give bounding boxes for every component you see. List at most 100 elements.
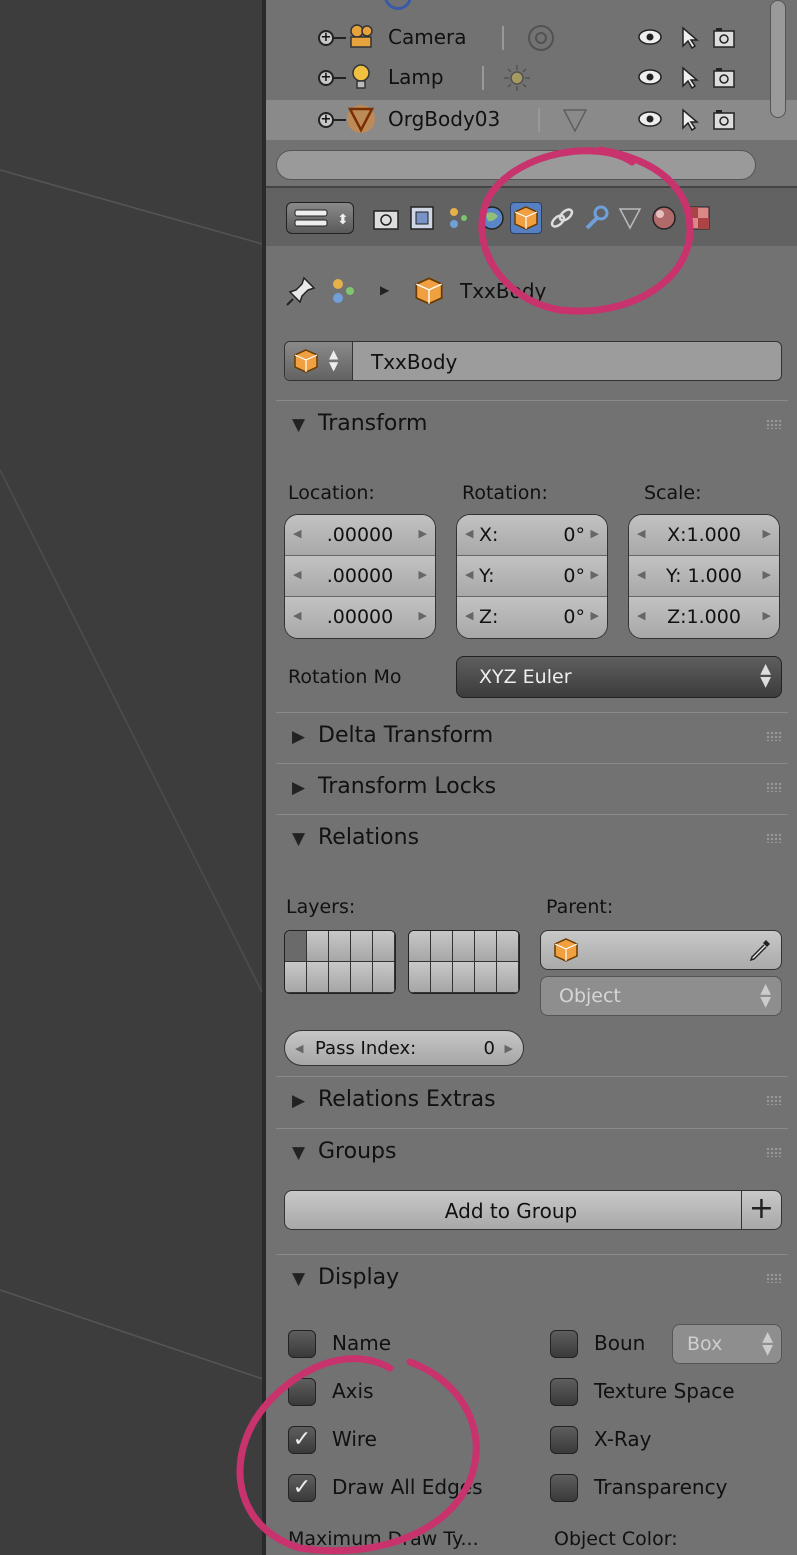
outliner-item-label: Camera — [388, 25, 467, 49]
panel-grip-icon[interactable] — [766, 731, 782, 741]
checkbox-axis[interactable]: Axis — [288, 1376, 518, 1410]
rotation-mode-dropdown[interactable]: XYZ Euler ▲ ▼ — [456, 656, 782, 698]
location-z-field[interactable]: ◀ .00000 ▶ — [285, 597, 435, 638]
checkbox[interactable] — [550, 1474, 578, 1502]
panel-header-transform[interactable]: ▼ Transform — [276, 400, 788, 448]
scale-x-field[interactable]: ◀ X:1.000 ▶ — [629, 515, 779, 556]
bounds-type-dropdown[interactable]: Box ▲ ▼ — [672, 1324, 782, 1364]
scene-tab-icon[interactable] — [442, 202, 474, 234]
expand-icon[interactable]: + — [318, 70, 334, 86]
parent-type-dropdown[interactable]: Object ▲ ▼ — [540, 976, 782, 1016]
panel-header-groups[interactable]: ▼ Groups — [276, 1128, 788, 1176]
plus-icon[interactable]: + — [741, 1191, 781, 1229]
checkbox[interactable] — [550, 1330, 578, 1358]
checkbox-texture-space[interactable]: Texture Space — [550, 1376, 780, 1410]
layer-block-1[interactable] — [284, 930, 396, 994]
panel-header-transform-locks[interactable]: ▶ Transform Locks — [276, 763, 788, 811]
checkbox-transparency[interactable]: Transparency — [550, 1472, 780, 1506]
outliner-item-label: OrgBody03 — [388, 107, 501, 131]
3d-viewport[interactable] — [0, 0, 266, 1555]
panel-grip-icon[interactable] — [766, 833, 782, 843]
render-camera-icon[interactable] — [712, 66, 736, 90]
object-browse-button[interactable]: ▲ ▼ — [285, 342, 353, 380]
pin-icon[interactable] — [284, 274, 318, 308]
rotation-z-field[interactable]: ◀ Z: 0° ▶ — [457, 597, 607, 638]
viewport-grid-lines — [0, 169, 266, 1381]
object-name-value: TxxBody — [371, 350, 458, 374]
checkbox-name[interactable]: Name — [288, 1328, 518, 1362]
checkbox-draw-all-edges[interactable]: ✓ Draw All Edges — [288, 1472, 518, 1506]
selectable-cursor-icon[interactable] — [680, 108, 700, 132]
expand-icon[interactable]: + — [318, 30, 334, 46]
render-tab-icon[interactable] — [370, 202, 402, 234]
layer-block-2[interactable] — [408, 930, 520, 994]
outliner-vertical-scrollbar[interactable] — [770, 0, 786, 118]
mesh-object-icon — [347, 105, 375, 133]
selectable-cursor-icon[interactable] — [680, 26, 700, 50]
checkbox[interactable] — [550, 1426, 578, 1454]
panel-grip-icon[interactable] — [766, 419, 782, 429]
checkbox[interactable] — [288, 1330, 316, 1358]
rotation-y-field[interactable]: ◀ Y: 0° ▶ — [457, 556, 607, 597]
outliner-horizontal-scrollbar[interactable] — [276, 150, 756, 180]
selectable-cursor-icon[interactable] — [680, 66, 700, 90]
pass-index-field[interactable]: ◀ Pass Index: 0 ▶ — [284, 1030, 524, 1066]
visibility-eye-icon[interactable] — [638, 28, 662, 46]
outliner-item-lamp[interactable]: + Lamp — [266, 58, 797, 98]
panel-grip-icon[interactable] — [766, 1273, 782, 1283]
location-y-field[interactable]: ◀ .00000 ▶ — [285, 556, 435, 597]
visibility-eye-icon[interactable] — [638, 110, 662, 128]
editor-type-button[interactable]: ⬍ — [286, 202, 354, 234]
panel-grip-icon[interactable] — [766, 1095, 782, 1105]
checkbox[interactable] — [550, 1378, 578, 1406]
checkbox-checked-icon[interactable]: ✓ — [288, 1474, 316, 1502]
parent-label: Parent: — [546, 896, 614, 918]
object-icon — [294, 349, 318, 373]
updown-arrows-icon: ▲ ▼ — [762, 1329, 773, 1358]
add-to-group-button[interactable]: Add to Group + — [284, 1190, 782, 1230]
checkbox-wire[interactable]: ✓ Wire — [288, 1424, 518, 1458]
panel-title: Delta Transform — [318, 723, 494, 748]
panel-header-relations-extras[interactable]: ▶ Relations Extras — [276, 1076, 788, 1124]
outliner-item-orgbody03[interactable]: + OrgBody03 — [266, 100, 797, 140]
object-tab-icon[interactable] — [510, 202, 542, 234]
constraints-tab-icon[interactable] — [546, 202, 578, 234]
panel-grip-icon[interactable] — [766, 782, 782, 792]
scale-z-field[interactable]: ◀ Z:1.000 ▶ — [629, 597, 779, 638]
rotation-x-field[interactable]: ◀ X: 0° ▶ — [457, 515, 607, 556]
panel-grip-icon[interactable] — [766, 1147, 782, 1157]
scene-icon — [384, 0, 412, 10]
object-breadcrumb-icon — [415, 277, 443, 305]
checkbox-x-ray[interactable]: X-Ray — [550, 1424, 780, 1458]
checkbox-bounds[interactable]: Boun — [550, 1328, 660, 1362]
modifiers-wrench-tab-icon[interactable] — [580, 202, 612, 234]
rotation-mode-label: Rotation Mo — [288, 666, 402, 688]
expand-icon[interactable]: + — [318, 112, 334, 128]
parent-field[interactable] — [540, 930, 782, 970]
render-layers-tab-icon[interactable] — [406, 202, 438, 234]
material-tab-icon[interactable] — [648, 202, 680, 234]
texture-tab-icon[interactable] — [682, 202, 714, 234]
render-camera-icon[interactable] — [712, 108, 736, 132]
location-x-field[interactable]: ◀ .00000 ▶ — [285, 515, 435, 556]
render-camera-icon[interactable] — [712, 26, 736, 50]
panel-header-display[interactable]: ▼ Display — [276, 1254, 788, 1302]
outliner-item-camera[interactable]: + Camera — [266, 18, 797, 58]
checkbox[interactable] — [288, 1378, 316, 1406]
panel-header-delta-transform[interactable]: ▶ Delta Transform — [276, 712, 788, 760]
object-data-tab-icon[interactable] — [614, 202, 646, 234]
scale-y-field[interactable]: ◀ Y: 1.000 ▶ — [629, 556, 779, 597]
panel-title: Relations Extras — [318, 1087, 496, 1112]
world-tab-icon[interactable] — [476, 202, 508, 234]
checkbox-checked-icon[interactable]: ✓ — [288, 1426, 316, 1454]
updown-arrows-icon: ▲ ▼ — [329, 347, 339, 373]
layers-grid — [284, 930, 534, 994]
panel-header-relations[interactable]: ▼ Relations — [276, 814, 788, 862]
rotation-label: Rotation: — [462, 482, 548, 504]
display-panel-body: Name Axis ✓ Wire ✓ Draw All Edges Boun B… — [276, 1302, 788, 1555]
visibility-eye-icon[interactable] — [638, 68, 662, 86]
breadcrumb-arrow-icon: ▶ — [380, 283, 390, 297]
object-name-field[interactable]: ▲ ▼ TxxBody — [284, 341, 782, 381]
eyedropper-icon[interactable] — [747, 937, 773, 963]
camera-icon — [350, 24, 373, 48]
